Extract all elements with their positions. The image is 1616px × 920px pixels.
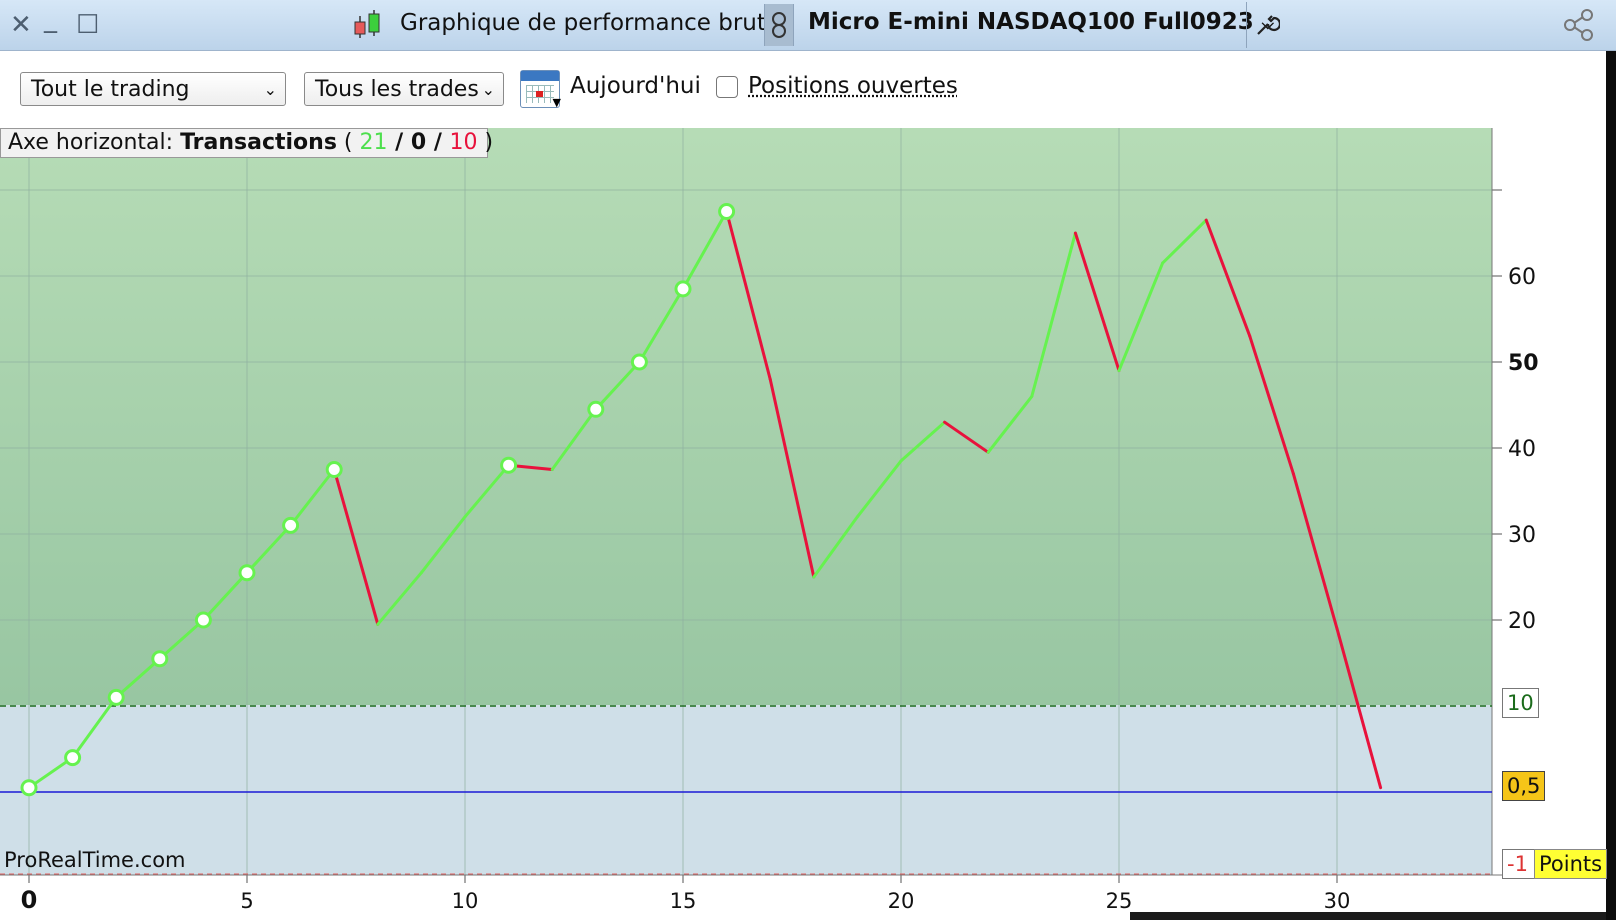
count-separator: / <box>387 130 411 155</box>
gain-segment <box>201 571 249 622</box>
wrench-icon[interactable] <box>1254 12 1280 38</box>
trades-select[interactable]: Tous les trades ⌄ <box>304 72 504 106</box>
share-icon[interactable] <box>1562 8 1596 42</box>
gain-segment <box>986 394 1034 454</box>
gain-segment <box>855 459 903 519</box>
gain-segment <box>114 657 162 699</box>
x-tick-label: 20 <box>888 889 915 913</box>
today-button[interactable]: Aujourd'hui <box>570 73 701 99</box>
chart-header: Axe horizontal: Transactions ( 21 / 0 / … <box>0 128 493 158</box>
paren-close: ) <box>477 130 494 155</box>
loss-segment <box>1073 231 1121 373</box>
loss-segment <box>1335 627 1383 790</box>
gain-segment <box>1117 261 1165 373</box>
trade-marker <box>64 749 82 767</box>
paren-open: ( <box>336 130 360 155</box>
winning-count: 21 <box>359 130 388 155</box>
scope-select-value: Tout le trading <box>31 77 190 102</box>
x-tick-label: 30 <box>1324 889 1351 913</box>
gain-segment <box>550 407 598 471</box>
open-positions-checkbox[interactable] <box>716 76 738 98</box>
gain-segment <box>812 515 859 579</box>
loss-segment <box>1248 334 1295 476</box>
trades-select-value: Tous les trades <box>315 77 479 102</box>
reference-level-label: 10 <box>1502 688 1539 718</box>
gain-segment <box>289 468 336 527</box>
trade-marker <box>500 456 518 474</box>
trade-marker <box>238 564 256 582</box>
instrument-selector[interactable]: Micro E-mini NASDAQ100 Full0923 ⌵ <box>808 9 1274 35</box>
trade-marker <box>107 688 125 706</box>
maximize-icon[interactable]: ☐ <box>76 8 99 42</box>
trade-marker <box>325 461 343 478</box>
y-tick-label: 50 <box>1508 351 1539 376</box>
gain-segment <box>899 420 947 463</box>
candlestick-icon <box>354 10 380 38</box>
axis-prefix: Axe horizontal: <box>8 130 181 155</box>
chevron-down-icon: ⌄ <box>481 80 495 99</box>
gain-segment <box>158 618 205 661</box>
neutral-count: 0 <box>410 130 427 155</box>
trade-marker <box>718 203 736 220</box>
y-tick-label: 20 <box>1508 609 1536 634</box>
trade-marker <box>20 779 38 797</box>
trade-marker <box>194 611 212 629</box>
gain-segment <box>594 360 641 411</box>
instrument-name: Micro E-mini NASDAQ100 Full0923 <box>808 9 1254 35</box>
gain-segment <box>376 571 423 626</box>
units-label: Points <box>1534 849 1608 879</box>
trade-marker <box>282 516 300 534</box>
loss-segment <box>1291 472 1339 631</box>
calendar-icon[interactable]: ▼ <box>520 70 561 109</box>
scope-select[interactable]: Tout le trading ⌄ <box>20 72 286 106</box>
window-title: Graphique de performance brute <box>400 10 781 36</box>
gain-segment <box>1161 218 1208 265</box>
current-value-label: 0,5 <box>1502 771 1546 801</box>
trade-marker <box>587 400 605 418</box>
chevron-down-icon: ⌄ <box>263 80 277 99</box>
loss-segment <box>1204 218 1252 338</box>
gain-segment <box>1030 231 1077 398</box>
trade-marker <box>674 280 692 298</box>
y-tick-label: 40 <box>1508 437 1536 462</box>
title-divider <box>1246 2 1247 48</box>
close-icon[interactable]: ✕ <box>10 8 32 42</box>
loss-segment <box>768 377 816 579</box>
title-bar: ✕ _ ☐ Graphique de performance brute Mic… <box>0 0 1616 51</box>
x-tick-label: 0 <box>21 886 38 914</box>
losing-count: 10 <box>449 130 478 155</box>
gain-segment <box>245 523 293 575</box>
x-tick-label: 5 <box>240 889 253 913</box>
minimize-icon[interactable]: _ <box>44 2 57 36</box>
loss-segment <box>332 468 380 626</box>
gain-segment <box>463 463 511 519</box>
axis-name: Transactions <box>180 130 337 155</box>
trade-marker <box>630 353 648 371</box>
gain-segment <box>681 210 729 291</box>
y-tick-label: 60 <box>1508 265 1536 290</box>
gain-segment <box>419 515 467 575</box>
open-positions-label[interactable]: Positions ouvertes <box>748 73 958 99</box>
link-icon[interactable] <box>764 4 794 46</box>
x-tick-label: 10 <box>452 889 479 913</box>
gain-segment <box>637 287 685 364</box>
watermark: ProRealTime.com <box>4 848 186 872</box>
x-tick-label: 25 <box>1106 889 1133 913</box>
count-separator: / <box>426 130 450 155</box>
trade-marker <box>151 650 169 668</box>
x-tick-label: 15 <box>670 889 697 913</box>
y-tick-label: 30 <box>1508 523 1536 548</box>
loss-segment <box>725 210 772 381</box>
